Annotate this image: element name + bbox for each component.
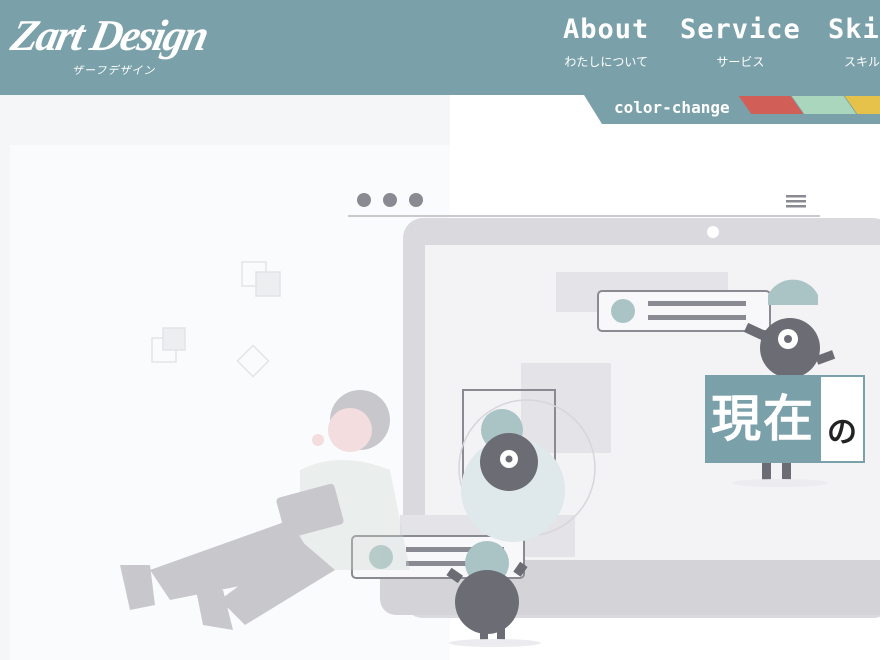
nav-label: Service — [680, 14, 801, 45]
color-change-label: color-change — [614, 98, 730, 117]
nav-item-service[interactable]: Service サービス — [680, 14, 801, 70]
browser-window-dots-icon — [348, 193, 820, 217]
nav-sublabel: サービス — [716, 55, 765, 69]
site-logo[interactable]: Zart Design ザーフデザイン — [7, 10, 212, 82]
nav-sublabel: スキル — [844, 55, 880, 69]
nav-item-about[interactable]: About わたしについて — [563, 14, 649, 70]
nav-label: Skill — [828, 14, 880, 45]
person-sitting-illustration — [120, 390, 410, 630]
hero-heading-main: 現在 — [705, 375, 821, 463]
nav-item-skill[interactable]: Skill スキル — [828, 14, 880, 70]
hero-heading: 現在 の — [705, 375, 865, 463]
logo-kana: ザーフデザイン — [72, 64, 156, 77]
site-header: Zart Design ザーフデザイン About わたしについて Servic… — [0, 0, 880, 95]
floating-squares-decoration — [151, 261, 281, 378]
hamburger-menu-icon — [786, 195, 806, 208]
hero-heading-tail: の — [821, 375, 865, 463]
nav-label: About — [563, 14, 650, 45]
nav-sublabel: わたしについて — [564, 55, 648, 69]
profile-card-top — [597, 290, 771, 332]
logo-wordmark: Zart Design — [6, 11, 212, 60]
